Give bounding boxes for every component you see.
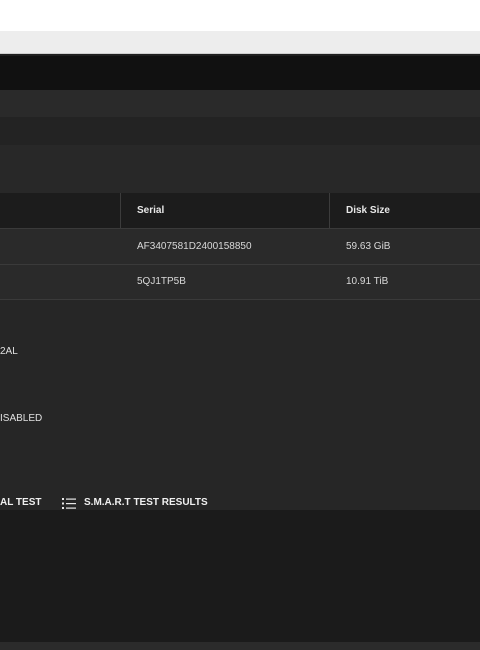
disk-details-panel: 2AL ISABLED bbox=[0, 300, 480, 490]
list-icon bbox=[62, 498, 76, 509]
browser-toolbar bbox=[0, 0, 480, 32]
table-header: Serial Disk Size bbox=[0, 193, 480, 229]
column-divider bbox=[329, 193, 330, 228]
section-band bbox=[0, 117, 480, 145]
section-header bbox=[0, 145, 480, 193]
detail-status-value: ISABLED bbox=[0, 413, 43, 424]
cell-disk-size: 10.91 TiB bbox=[346, 276, 389, 287]
column-header-serial[interactable]: Serial bbox=[137, 193, 164, 228]
cell-disk-size: 59.63 GiB bbox=[346, 241, 391, 252]
column-header-disk-size[interactable]: Disk Size bbox=[346, 193, 390, 228]
bottom-edge bbox=[0, 642, 480, 650]
detail-model-value: 2AL bbox=[0, 346, 18, 357]
app-topbar bbox=[0, 56, 480, 90]
toolbar-band bbox=[0, 90, 480, 117]
cell-serial: AF3407581D2400158850 bbox=[137, 241, 252, 252]
table-row[interactable]: AF3407581D2400158850 59.63 GiB bbox=[0, 229, 480, 265]
browser-bookmarks-bar bbox=[0, 31, 480, 54]
column-divider bbox=[120, 193, 121, 228]
content-empty-area bbox=[0, 510, 480, 642]
disk-actions-bar: AL TEST S.M.A.R.T TEST RESULTS bbox=[0, 490, 480, 510]
disk-table: Serial Disk Size AF3407581D2400158850 59… bbox=[0, 193, 480, 300]
cell-serial: 5QJ1TP5B bbox=[137, 276, 186, 287]
table-row[interactable]: 5QJ1TP5B 10.91 TiB bbox=[0, 264, 480, 300]
